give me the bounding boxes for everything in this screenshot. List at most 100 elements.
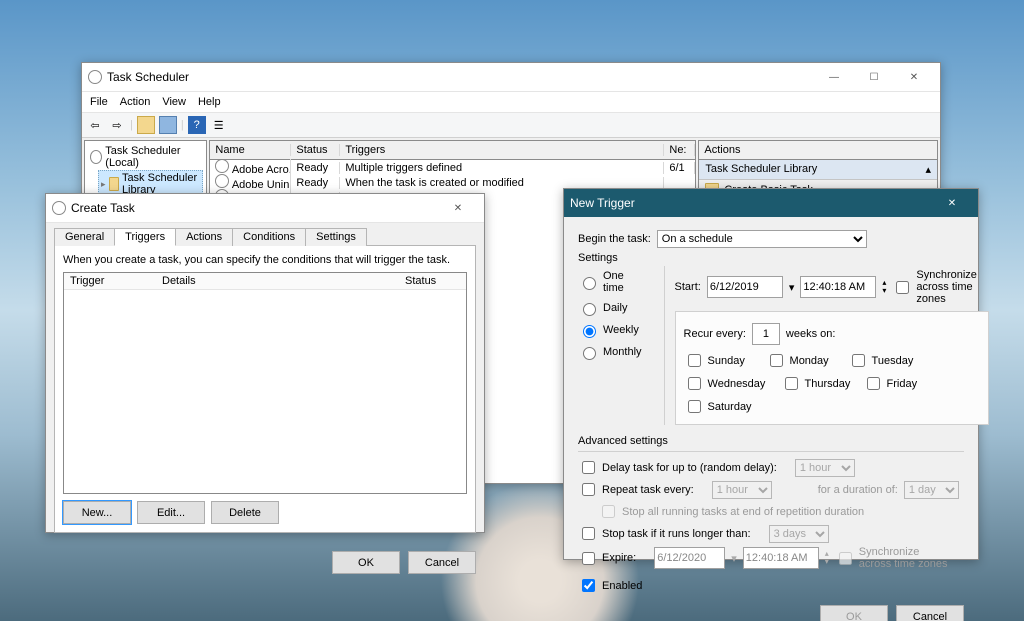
menu-help[interactable]: Help bbox=[198, 96, 221, 108]
toolbar: ⇦ ⇨ | | ? ☰ bbox=[82, 113, 940, 138]
tab-actions[interactable]: Actions bbox=[175, 228, 233, 246]
help-icon[interactable]: ? bbox=[188, 116, 206, 134]
ok-button[interactable]: OK bbox=[820, 605, 888, 621]
tabs: General Triggers Actions Conditions Sett… bbox=[54, 228, 476, 246]
triggers-hint: When you create a task, you can specify … bbox=[63, 254, 467, 266]
day-monday[interactable]: Monday bbox=[766, 351, 836, 370]
tab-general[interactable]: General bbox=[54, 228, 115, 246]
repeat-select: 1 hour bbox=[712, 481, 772, 499]
start-time-input[interactable] bbox=[800, 276, 876, 298]
freq-daily[interactable]: Daily bbox=[578, 300, 642, 316]
col-details[interactable]: Details bbox=[156, 273, 399, 289]
folder-icon bbox=[109, 177, 119, 191]
close-button[interactable]: ✕ bbox=[894, 63, 934, 91]
create-task-dialog: Create Task ✕ General Triggers Actions C… bbox=[45, 193, 485, 533]
calendar-icon[interactable]: ▾ bbox=[789, 281, 795, 294]
forward-icon[interactable]: ⇨ bbox=[108, 116, 126, 134]
begin-select[interactable]: On a schedule bbox=[657, 230, 867, 248]
spinner-icon: ▴▾ bbox=[825, 550, 829, 566]
menu-file[interactable]: File bbox=[90, 96, 108, 108]
menubar: File Action View Help bbox=[82, 92, 940, 113]
day-saturday[interactable]: Saturday bbox=[684, 397, 754, 416]
recur-unit: weeks on: bbox=[786, 328, 836, 340]
freq-monthly[interactable]: Monthly bbox=[578, 344, 642, 360]
recur-input[interactable] bbox=[752, 323, 780, 345]
tree-root-label: Task Scheduler (Local) bbox=[105, 145, 201, 169]
menu-action[interactable]: Action bbox=[120, 96, 151, 108]
main-titlebar[interactable]: Task Scheduler — ☐ ✕ bbox=[82, 63, 940, 92]
stop-if-check[interactable]: Stop task if it runs longer than: bbox=[578, 524, 751, 543]
advanced-label: Advanced settings bbox=[578, 435, 964, 447]
begin-label: Begin the task: bbox=[578, 233, 651, 245]
table-row[interactable]: Adobe Acro... Ready Multiple triggers de… bbox=[210, 160, 695, 175]
tab-settings[interactable]: Settings bbox=[305, 228, 367, 246]
expire-check[interactable]: Expire: bbox=[578, 549, 636, 568]
col-status[interactable]: Status bbox=[399, 273, 466, 289]
tree-root[interactable]: Task Scheduler (Local) bbox=[88, 144, 203, 170]
properties-icon[interactable]: ☰ bbox=[210, 116, 228, 134]
panel-icon[interactable] bbox=[159, 116, 177, 134]
close-button[interactable]: ✕ bbox=[438, 194, 478, 222]
day-thursday[interactable]: Thursday bbox=[781, 374, 851, 393]
expire-date-input bbox=[654, 547, 725, 569]
edit-trigger-button[interactable]: Edit... bbox=[137, 501, 205, 524]
folder-icon[interactable] bbox=[137, 116, 155, 134]
new-trigger-dialog: New Trigger ✕ Begin the task: On a sched… bbox=[563, 188, 979, 560]
duration-label: for a duration of: bbox=[818, 484, 898, 496]
delete-trigger-button[interactable]: Delete bbox=[211, 501, 279, 524]
col-name[interactable]: Name bbox=[210, 144, 291, 156]
freq-onetime[interactable]: One time bbox=[578, 270, 642, 294]
calendar-icon: ▾ bbox=[731, 552, 737, 565]
main-title: Task Scheduler bbox=[107, 70, 189, 84]
start-date-input[interactable] bbox=[707, 276, 783, 298]
close-button[interactable]: ✕ bbox=[932, 189, 972, 217]
tab-conditions[interactable]: Conditions bbox=[232, 228, 306, 246]
col-trigger[interactable]: Trigger bbox=[64, 273, 156, 289]
ok-button[interactable]: OK bbox=[332, 551, 400, 574]
create-task-title: Create Task bbox=[71, 201, 135, 215]
grid-header: Name Status Triggers Ne: bbox=[209, 140, 696, 160]
delay-select: 1 hour bbox=[795, 459, 855, 477]
maximize-button[interactable]: ☐ bbox=[854, 63, 894, 91]
cancel-button[interactable]: Cancel bbox=[408, 551, 476, 574]
app-icon bbox=[88, 70, 102, 84]
col-status[interactable]: Status bbox=[291, 144, 340, 156]
task-icon bbox=[215, 174, 229, 188]
triggers-listbox[interactable]: Trigger Details Status bbox=[63, 272, 467, 494]
create-task-titlebar[interactable]: Create Task ✕ bbox=[46, 194, 484, 223]
collapse-icon[interactable]: ▴ bbox=[925, 163, 931, 176]
repeat-check[interactable]: Repeat task every: bbox=[578, 480, 694, 499]
back-icon[interactable]: ⇦ bbox=[86, 116, 104, 134]
day-sunday[interactable]: Sunday bbox=[684, 351, 754, 370]
stop-all-check: Stop all running tasks at end of repetit… bbox=[598, 502, 864, 521]
recur-label: Recur every: bbox=[684, 328, 746, 340]
dialog-icon bbox=[52, 201, 66, 215]
spinner-icon[interactable]: ▴▾ bbox=[882, 279, 886, 295]
sync-tz-check[interactable]: Synchronize across time zones bbox=[892, 269, 977, 305]
settings-label: Settings bbox=[578, 252, 964, 264]
duration-select: 1 day bbox=[904, 481, 959, 499]
expire-time-input bbox=[743, 547, 819, 569]
task-icon bbox=[215, 159, 229, 173]
new-trigger-button[interactable]: New... bbox=[63, 501, 131, 524]
col-triggers[interactable]: Triggers bbox=[340, 144, 664, 156]
actions-subheader: Task Scheduler Library ▴ bbox=[699, 160, 937, 180]
stop-if-select: 3 days bbox=[769, 525, 829, 543]
freq-weekly[interactable]: Weekly bbox=[578, 322, 642, 338]
start-label: Start: bbox=[675, 281, 701, 293]
day-friday[interactable]: Friday bbox=[863, 374, 933, 393]
new-trigger-titlebar[interactable]: New Trigger ✕ bbox=[564, 189, 978, 217]
cancel-button[interactable]: Cancel bbox=[896, 605, 964, 621]
day-wednesday[interactable]: Wednesday bbox=[684, 374, 769, 393]
minimize-button[interactable]: — bbox=[814, 63, 854, 91]
frequency-group: One time Daily Weekly Monthly bbox=[578, 266, 654, 425]
triggers-panel: When you create a task, you can specify … bbox=[54, 245, 476, 533]
expand-icon[interactable]: ▸ bbox=[101, 179, 106, 190]
delay-check[interactable]: Delay task for up to (random delay): bbox=[578, 458, 777, 477]
enabled-check[interactable]: Enabled bbox=[578, 576, 642, 595]
tab-triggers[interactable]: Triggers bbox=[114, 228, 176, 246]
col-next[interactable]: Ne: bbox=[664, 144, 695, 156]
day-tuesday[interactable]: Tuesday bbox=[848, 351, 918, 370]
scheduler-icon bbox=[90, 150, 102, 164]
menu-view[interactable]: View bbox=[162, 96, 186, 108]
